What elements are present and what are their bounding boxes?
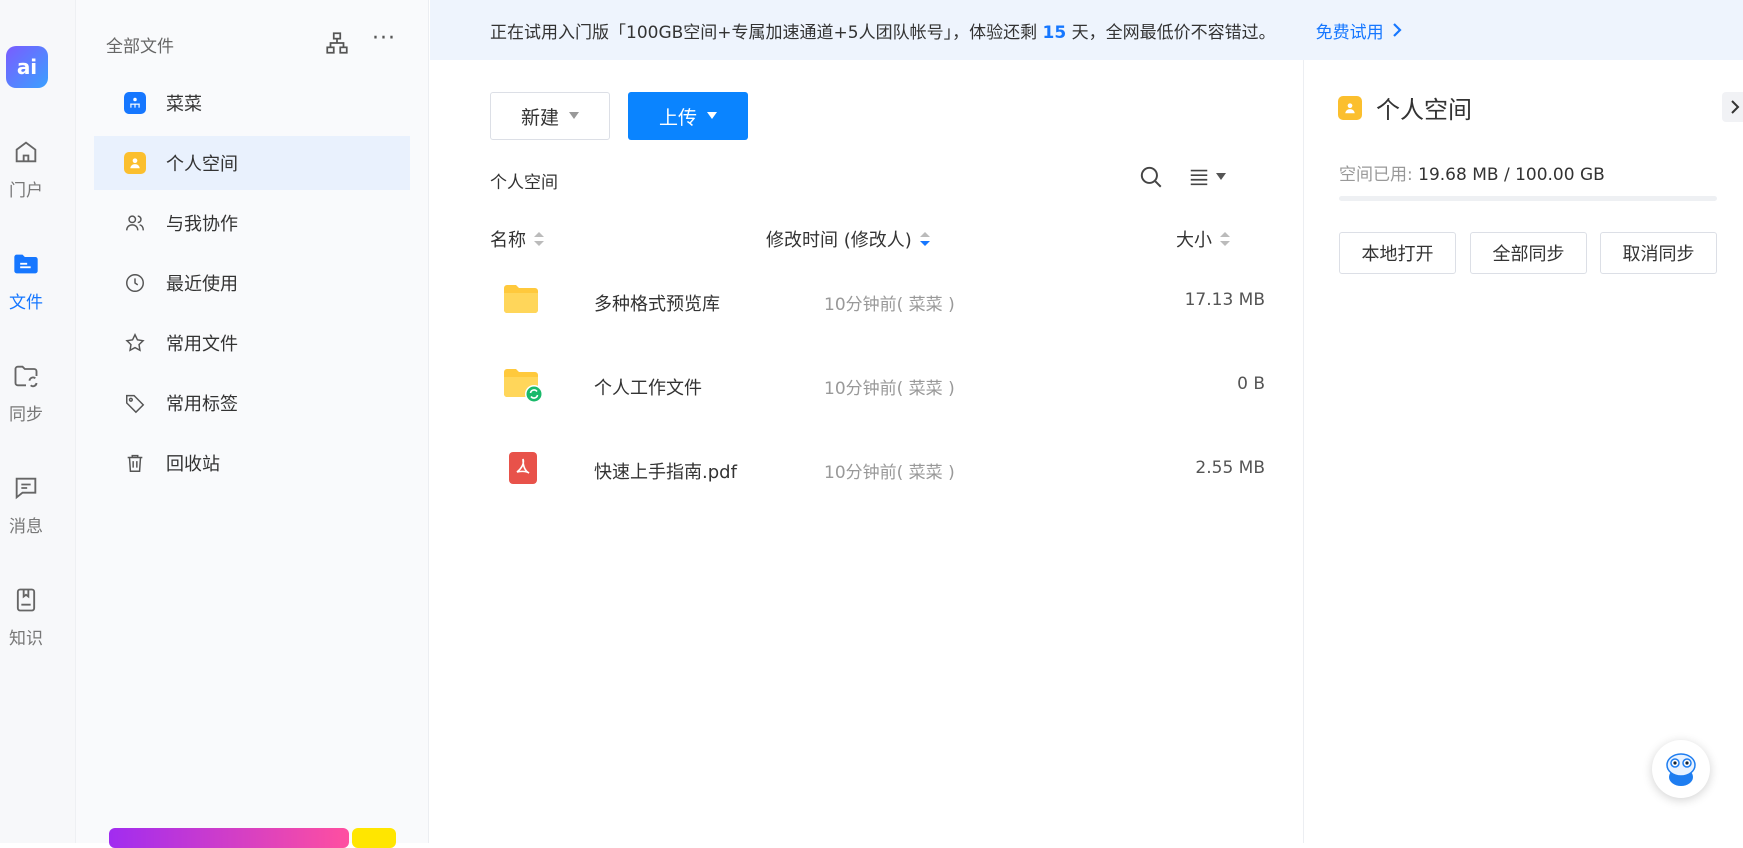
app-rail: ai 门户 文件 同步 消息 知识	[0, 0, 76, 843]
sync-folder-icon	[504, 368, 544, 404]
sidebar-item-tags[interactable]: 常用标签	[94, 376, 410, 430]
caret-down-icon	[569, 112, 579, 120]
rail-item-knowledge[interactable]: 知识	[0, 586, 52, 649]
upload-button[interactable]: 上传	[628, 92, 748, 140]
sort-desc-icon	[920, 232, 930, 246]
file-name[interactable]: 个人工作文件	[594, 374, 702, 400]
app-logo[interactable]: ai	[6, 46, 48, 88]
promo-badge[interactable]	[352, 828, 396, 848]
tag-icon	[124, 392, 146, 414]
modified-time: 10分钟前( 菜菜 )	[824, 458, 955, 483]
column-header-modified[interactable]: 修改时间 (修改人)	[766, 226, 930, 252]
file-size: 2.55 MB	[1195, 458, 1265, 478]
modified-time: 10分钟前( 菜菜 )	[824, 374, 955, 399]
sidebar-item-label: 常用文件	[166, 330, 238, 356]
rail-item-sync[interactable]: 同步	[0, 362, 52, 425]
trial-banner: 正在试用入门版「100GB空间+专属加速通道+5人团队帐号」，体验还剩 15 天…	[430, 0, 1743, 60]
chevron-right-icon	[1729, 99, 1741, 115]
sync-all-button[interactable]: 全部同步	[1470, 232, 1587, 274]
message-icon	[12, 474, 40, 502]
sidebar-item-personal-space[interactable]: 个人空间	[94, 136, 410, 190]
collapse-panel-button[interactable]	[1722, 92, 1743, 122]
search-icon[interactable]	[1138, 164, 1164, 190]
promo-banner[interactable]	[109, 828, 349, 848]
storage-progress-bar	[1339, 196, 1717, 201]
sidebar-item-recent[interactable]: 最近使用	[94, 256, 410, 310]
sidebar-item-trash[interactable]: 回收站	[94, 436, 410, 490]
personal-space-icon	[1338, 96, 1362, 120]
table-row[interactable]: 个人工作文件 10分钟前( 菜菜 ) 0 B	[490, 344, 1265, 428]
cancel-sync-button[interactable]: 取消同步	[1600, 232, 1717, 274]
team-icon	[124, 92, 146, 114]
column-header-name[interactable]: 名称	[490, 226, 544, 252]
clock-icon	[124, 272, 146, 294]
list-view-icon	[1188, 166, 1210, 188]
rail-item-files[interactable]: 文件	[0, 250, 52, 313]
detail-panel: 个人空间 空间已用: 19.68 MB / 100.00 GB 本地打开 全部同…	[1303, 60, 1743, 843]
table-row[interactable]: 多种格式预览库 10分钟前( 菜菜 ) 17.13 MB	[490, 260, 1265, 344]
users-icon	[124, 212, 146, 234]
org-tree-icon[interactable]	[324, 30, 350, 56]
file-name[interactable]: 多种格式预览库	[594, 290, 720, 316]
trial-days: 15	[1043, 23, 1067, 43]
sidebar-item-team[interactable]: 菜菜	[94, 76, 410, 130]
sort-icon	[534, 232, 544, 246]
rail-item-portal[interactable]: 门户	[0, 138, 52, 201]
star-icon	[124, 332, 146, 354]
storage-usage: 空间已用: 19.68 MB / 100.00 GB	[1339, 160, 1605, 185]
trash-icon	[124, 452, 146, 474]
sync-folder-icon	[12, 362, 40, 390]
new-button[interactable]: 新建	[490, 92, 610, 140]
sidebar-item-label: 回收站	[166, 450, 220, 476]
modified-time: 10分钟前( 菜菜 )	[824, 290, 955, 315]
file-name[interactable]: 快速上手指南.pdf	[594, 458, 737, 484]
file-size: 0 B	[1237, 374, 1265, 394]
view-mode-toggle[interactable]	[1188, 166, 1226, 188]
sidebar-item-label: 菜菜	[166, 90, 202, 116]
panel-title: 个人空间	[1338, 90, 1472, 125]
sidebar: 全部文件 ··· 菜菜 个人空间 与我协作 最近使用 常用文件 常用标签 回收站	[76, 0, 429, 843]
sidebar-item-label: 个人空间	[166, 150, 238, 176]
mascot-icon	[1659, 747, 1703, 791]
chevron-right-icon	[1390, 22, 1404, 38]
caret-down-icon	[1216, 173, 1226, 181]
sidebar-item-label: 最近使用	[166, 270, 238, 296]
column-header-size[interactable]: 大小	[1176, 226, 1230, 252]
folder-icon	[504, 284, 538, 314]
free-trial-link[interactable]: 免费试用	[1316, 18, 1404, 43]
file-list-area: 新建 上传 个人空间 名称 修改时间 (修改人) 大小 多种格式预览库 10分钟…	[430, 60, 1303, 843]
rail-item-messages[interactable]: 消息	[0, 474, 52, 537]
sidebar-item-label: 与我协作	[166, 210, 238, 236]
home-icon	[12, 138, 40, 166]
more-icon[interactable]: ···	[372, 26, 396, 51]
sidebar-item-label: 常用标签	[166, 390, 238, 416]
assistant-mascot-button[interactable]	[1652, 740, 1710, 798]
open-local-button[interactable]: 本地打开	[1339, 232, 1456, 274]
sidebar-item-shared[interactable]: 与我协作	[94, 196, 410, 250]
breadcrumb[interactable]: 个人空间	[490, 168, 558, 193]
storage-usage-value: 19.68 MB / 100.00 GB	[1418, 165, 1605, 185]
pdf-file-icon	[508, 452, 538, 484]
knowledge-icon	[12, 586, 40, 614]
personal-space-icon	[124, 152, 146, 174]
sort-icon	[1220, 232, 1230, 246]
sidebar-item-favorites[interactable]: 常用文件	[94, 316, 410, 370]
caret-down-icon	[707, 112, 717, 120]
folder-icon	[12, 250, 40, 278]
file-size: 17.13 MB	[1185, 290, 1265, 310]
table-row[interactable]: 快速上手指南.pdf 10分钟前( 菜菜 ) 2.55 MB	[490, 428, 1265, 512]
sidebar-title: 全部文件	[106, 32, 174, 57]
